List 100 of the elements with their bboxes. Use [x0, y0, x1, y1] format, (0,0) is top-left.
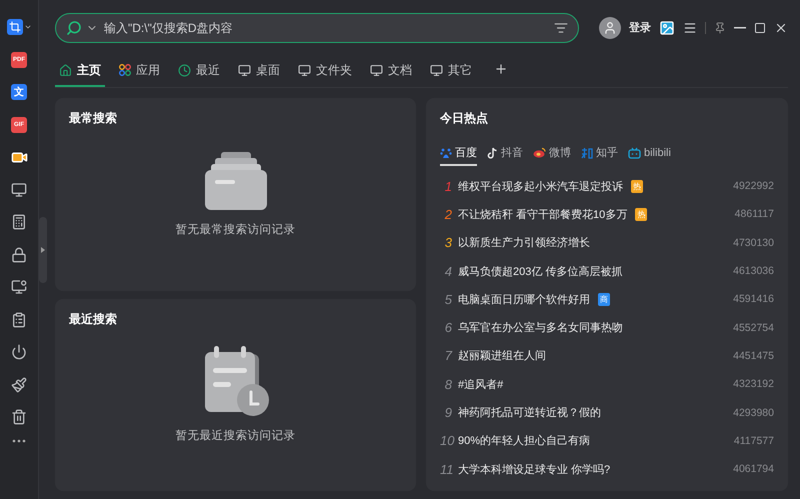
platform-tab[interactable]: 知乎	[581, 145, 618, 166]
headline-link[interactable]: 不让烧秸秆 看守干部餐费花10多万	[458, 206, 628, 222]
notepad-icon	[11, 312, 27, 328]
power-icon	[11, 344, 27, 360]
card-title: 今日热点	[440, 110, 489, 127]
collapse-handle[interactable]	[39, 217, 47, 283]
rank-number: 8	[444, 376, 452, 392]
nav-tab[interactable]: 最近	[174, 55, 224, 87]
monitor-icon	[430, 64, 443, 76]
platform-tab[interactable]: 百度	[440, 145, 477, 166]
tag-badge: 热	[631, 180, 643, 193]
empty-message: 暂无最近搜索访问记录	[176, 428, 296, 443]
minimize-icon	[734, 26, 746, 28]
tab-label: 百度	[455, 146, 477, 160]
lock-icon	[11, 246, 27, 263]
tab-label: 文件夹	[316, 62, 352, 78]
archive-box-drawing	[202, 150, 268, 212]
monitor-icon	[238, 64, 251, 76]
headline-link[interactable]: 维权平台现多起小米汽车退定投诉	[458, 178, 623, 194]
trash-icon	[11, 409, 27, 426]
rank-number: 11	[440, 462, 452, 477]
rank-number: 7	[444, 348, 452, 364]
rank-number: 2	[444, 206, 452, 222]
headline-link[interactable]: 赵丽颖进组在人间	[458, 348, 546, 364]
monitor-icon	[11, 182, 27, 198]
view-count: 4293980	[733, 406, 774, 419]
paw-icon	[440, 146, 452, 158]
card-title: 最常搜索	[69, 110, 118, 127]
nav-tab[interactable]: 文件夹	[294, 55, 356, 87]
headline-link[interactable]: 电脑桌面日历哪个软件好用	[458, 292, 590, 307]
view-count: 4613036	[733, 265, 774, 278]
platform-tab[interactable]: bilibili	[628, 145, 671, 166]
search-input[interactable]: 输入"D:\"仅搜索D盘内容	[102, 20, 550, 36]
tab-label: 其它	[448, 62, 472, 78]
view-count: 4730130	[733, 236, 774, 249]
view-count: 4117577	[734, 434, 774, 447]
headline-link[interactable]: 神药阿托品可逆转近视？假的	[458, 405, 601, 420]
search-bar[interactable]: 输入"D:\"仅搜索D盘内容	[55, 12, 579, 42]
rank-number: 9	[444, 405, 452, 420]
tag-badge: 商	[598, 292, 610, 306]
search-icon	[66, 20, 82, 36]
tab-label: 主页	[77, 62, 101, 78]
headline-link[interactable]: 大学本科增设足球专业 你学吗?	[458, 462, 610, 477]
home-icon	[59, 64, 72, 76]
clock-icon	[178, 64, 191, 76]
monitor-icon	[298, 64, 311, 76]
music-note-icon	[487, 146, 498, 158]
login-link[interactable]: 登录	[629, 20, 651, 35]
headline-link[interactable]: #追风者#	[458, 376, 504, 392]
tab-label: 抖音	[501, 146, 523, 160]
image-icon	[659, 20, 675, 36]
plus-icon	[494, 62, 508, 76]
menu-icon	[683, 20, 697, 34]
monitor-icon	[370, 64, 383, 76]
tab-label: 微博	[549, 146, 571, 160]
rank-number: 3	[444, 235, 452, 250]
crop-icon	[6, 19, 22, 36]
nav-tab[interactable]: 主页	[55, 55, 105, 87]
platform-tab[interactable]: 微博	[533, 145, 571, 166]
headline-link[interactable]: 威马负债超203亿 传多位高层被抓	[458, 264, 622, 279]
translate-icon[interactable]: 文	[11, 84, 27, 100]
more-icon	[12, 438, 26, 442]
view-count: 4451475	[733, 350, 774, 362]
view-count: 4061794	[733, 463, 774, 476]
brush-icon	[11, 376, 27, 393]
tab-label: bilibili	[644, 146, 671, 158]
tab-label: 应用	[136, 62, 160, 78]
empty-message: 暂无最常搜索访问记录	[176, 222, 296, 238]
card-title: 最近搜索	[69, 310, 118, 328]
view-count: 4552754	[733, 322, 774, 334]
avatar[interactable]	[599, 16, 621, 38]
rank-number: 5	[444, 292, 452, 307]
pin-icon	[714, 22, 726, 34]
tab-label: 知乎	[596, 146, 618, 160]
headline-link[interactable]: 90%的年轻人担心自己有病	[458, 433, 590, 448]
filter-icon	[554, 20, 568, 34]
nav-tab[interactable]: 文档	[366, 55, 416, 87]
calculator-icon	[11, 214, 27, 230]
tab-label: 桌面	[256, 62, 280, 78]
tag-badge: 热	[635, 208, 648, 221]
platform-tab[interactable]: 抖音	[487, 145, 523, 166]
view-count: 4861117	[734, 208, 774, 220]
rank-number: 10	[440, 433, 452, 448]
rank-number: 6	[444, 320, 452, 336]
view-count: 4922992	[733, 180, 774, 192]
nav-tab[interactable]: 应用	[115, 55, 164, 87]
tv-icon	[628, 146, 641, 158]
view-count: 4591416	[733, 293, 774, 306]
monitor-pulse-icon	[11, 279, 27, 296]
maximize-icon	[754, 22, 766, 34]
headline-link[interactable]: 以新质生产力引领经济增长	[458, 235, 590, 250]
view-count: 4323192	[733, 378, 774, 390]
rank-number: 4	[444, 264, 452, 279]
headline-link[interactable]: 乌军官在办公室与多名女同事热吻	[458, 320, 623, 336]
apps-icon	[119, 64, 131, 76]
tab-label: 最近	[196, 62, 220, 78]
rank-number: 1	[444, 178, 452, 194]
tab-label: 文档	[388, 62, 412, 78]
nav-tab[interactable]: 桌面	[234, 55, 284, 87]
nav-tab[interactable]: 其它	[426, 55, 476, 87]
